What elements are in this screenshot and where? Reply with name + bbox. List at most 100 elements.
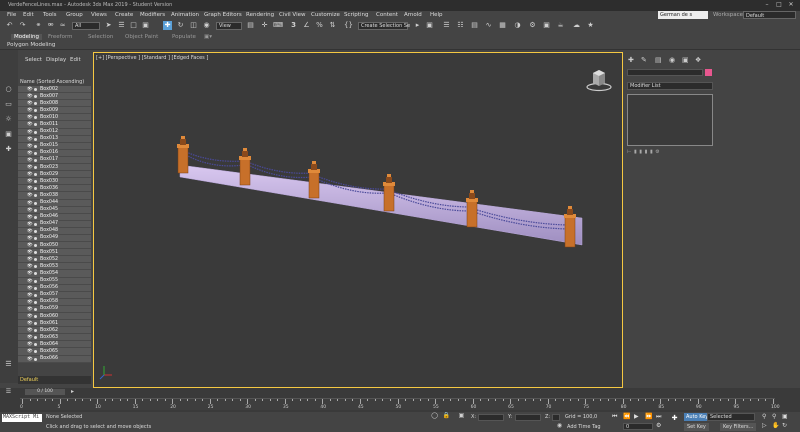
menu-modifiers[interactable]: Modifiers <box>140 12 165 18</box>
pan-view-icon[interactable]: ✋ <box>772 422 779 429</box>
freeze-icon[interactable] <box>34 279 37 283</box>
arnold-render-icon[interactable]: ★ <box>586 21 595 30</box>
go-to-start-icon[interactable]: ⏮ <box>612 413 617 421</box>
filter-helpers-icon[interactable]: ✚ <box>4 145 13 154</box>
time-ruler[interactable]: 0 5 10 15 20 25 30 35 40 45 50 55 60 65 70 75 80 85 90 95 10… <box>20 398 780 410</box>
schematic-view-icon[interactable]: ▦ <box>498 21 507 30</box>
pivot-center-icon[interactable]: ▤ <box>246 21 255 30</box>
visibility-icon[interactable]: 👁 <box>27 257 33 262</box>
visibility-icon[interactable]: 👁 <box>27 335 33 340</box>
unlink-icon[interactable]: ⚮ <box>46 21 55 30</box>
list-item[interactable]: 👁 Box049 <box>18 234 91 243</box>
visibility-icon[interactable]: 👁 <box>27 293 33 298</box>
freeze-icon[interactable] <box>34 229 37 233</box>
freeze-icon[interactable] <box>34 180 37 184</box>
freeze-icon[interactable] <box>34 236 37 240</box>
list-item[interactable]: 👁 Box053 <box>18 263 91 271</box>
place-icon[interactable]: ◉ <box>202 21 211 30</box>
visibility-icon[interactable]: 👁 <box>27 87 33 92</box>
visibility-icon[interactable]: 👁 <box>27 186 33 191</box>
freeze-icon[interactable] <box>34 187 37 191</box>
menu-edit[interactable]: Edit <box>23 12 34 18</box>
menu-tools[interactable]: Tools <box>43 12 57 18</box>
list-item[interactable]: 👁 Box047 <box>18 220 91 228</box>
display-tab-icon[interactable]: ▣ <box>682 56 689 64</box>
user-dropdown[interactable]: German de s <box>658 11 708 19</box>
zoom-all-icon[interactable]: ⚲ <box>772 413 776 420</box>
freeze-icon[interactable] <box>34 272 37 276</box>
visibility-icon[interactable]: 👁 <box>27 144 33 149</box>
list-item[interactable]: 👁 Box065 <box>18 348 91 356</box>
visibility-icon[interactable]: 👁 <box>27 172 33 177</box>
list-item[interactable]: 👁 Box013 <box>18 135 91 143</box>
visibility-icon[interactable]: 👁 <box>27 94 33 99</box>
select-and-scale-icon[interactable]: ◫ <box>189 21 198 30</box>
tab-selection[interactable]: Selection <box>88 34 113 40</box>
freeze-icon[interactable] <box>34 109 37 113</box>
set-key-mode-icon[interactable]: ✚ <box>670 414 679 423</box>
list-item[interactable]: 👁 Box054 <box>18 270 91 278</box>
freeze-icon[interactable] <box>34 88 37 91</box>
visibility-icon[interactable]: 👁 <box>27 101 33 106</box>
freeze-icon[interactable] <box>34 158 37 162</box>
current-frame-field[interactable]: 0 <box>623 423 653 430</box>
time-configuration-icon[interactable]: ⚙ <box>656 422 661 429</box>
play-icon[interactable]: ▶ <box>634 413 639 420</box>
close-icon[interactable]: ✕ <box>786 1 796 9</box>
visibility-icon[interactable]: 👁 <box>27 229 33 234</box>
tab-object-paint[interactable]: Object Paint <box>125 34 158 40</box>
visibility-icon[interactable]: 👁 <box>27 236 33 241</box>
freeze-icon[interactable] <box>34 151 37 155</box>
list-item[interactable]: 👁 Box048 <box>18 227 91 235</box>
menu-scripting[interactable]: Scripting <box>344 12 368 18</box>
list-item[interactable]: 👁 Box029 <box>18 171 91 179</box>
y-coordinate-field[interactable] <box>515 414 541 421</box>
utilities-tab-icon[interactable]: ❖ <box>695 56 701 64</box>
tab-freeform[interactable]: Freeform <box>48 34 73 40</box>
explorer-list[interactable]: 👁 Box002 👁 Box007 👁 Box008 👁 Box009 👁 Box010 👁 Box0… <box>18 86 91 372</box>
field-of-view-icon[interactable]: ▷ <box>762 422 767 429</box>
list-item[interactable]: 👁 Box046 <box>18 213 91 221</box>
filter-shapes-icon[interactable]: ▭ <box>4 100 13 109</box>
tab-populate[interactable]: Populate <box>172 34 196 40</box>
list-item[interactable]: 👁 Box060 <box>18 313 91 321</box>
list-item[interactable]: 👁 Box011 <box>18 121 91 129</box>
next-frame-icon[interactable]: ⏩ <box>645 413 652 420</box>
freeze-icon[interactable] <box>34 286 37 290</box>
freeze-icon[interactable] <box>34 95 37 99</box>
freeze-icon[interactable] <box>34 208 37 212</box>
freeze-icon[interactable] <box>34 194 37 198</box>
polygon-modeling-label[interactable]: Polygon Modeling <box>7 42 55 48</box>
select-object-icon[interactable]: ➤ <box>104 21 113 30</box>
list-item[interactable]: 👁 Box010 <box>18 114 91 122</box>
freeze-icon[interactable] <box>34 144 37 148</box>
list-item[interactable]: 👁 Box056 <box>18 284 91 292</box>
modifier-stack[interactable] <box>627 94 713 146</box>
freeze-icon[interactable] <box>34 116 37 120</box>
go-to-end-icon[interactable]: ⏭ <box>656 413 661 421</box>
list-item[interactable]: 👁 Box062 <box>18 327 91 335</box>
explorer-tab-display[interactable]: Display <box>46 57 66 63</box>
freeze-icon[interactable] <box>34 350 37 354</box>
visibility-icon[interactable]: 👁 <box>27 271 33 276</box>
visibility-icon[interactable]: 👁 <box>27 108 33 113</box>
explorer-tab-edit[interactable]: Edit <box>70 57 81 63</box>
mirror-icon[interactable]: ▸ <box>413 21 422 30</box>
menu-civil-view[interactable]: Civil View <box>279 12 305 18</box>
bind-space-warp-icon[interactable]: ≈ <box>58 21 67 30</box>
modifier-list-dropdown[interactable]: Modifier List <box>627 82 713 90</box>
time-slider-next-icon[interactable]: ▸ <box>68 387 77 396</box>
list-item[interactable]: 👁 Box017 <box>18 156 91 165</box>
list-item[interactable]: 👁 Box002 <box>18 86 91 94</box>
visibility-icon[interactable]: 👁 <box>27 158 33 163</box>
modifier-stack-tools[interactable]: ⊢ ▮ ▮ ▮ ▮ ⚙ <box>627 149 660 155</box>
freeze-icon[interactable] <box>34 300 37 304</box>
menu-animation[interactable]: Animation <box>171 12 199 18</box>
rendered-frame-window-icon[interactable]: ▣ <box>542 21 551 30</box>
freeze-icon[interactable] <box>34 329 37 333</box>
list-item[interactable]: 👁 Box058 <box>18 298 91 306</box>
toggle-layer-explorer-icon[interactable]: ☷ <box>456 21 465 30</box>
edit-named-selection-icon[interactable]: {} <box>344 21 353 30</box>
visibility-icon[interactable]: 👁 <box>27 349 33 354</box>
freeze-icon[interactable] <box>34 315 37 318</box>
